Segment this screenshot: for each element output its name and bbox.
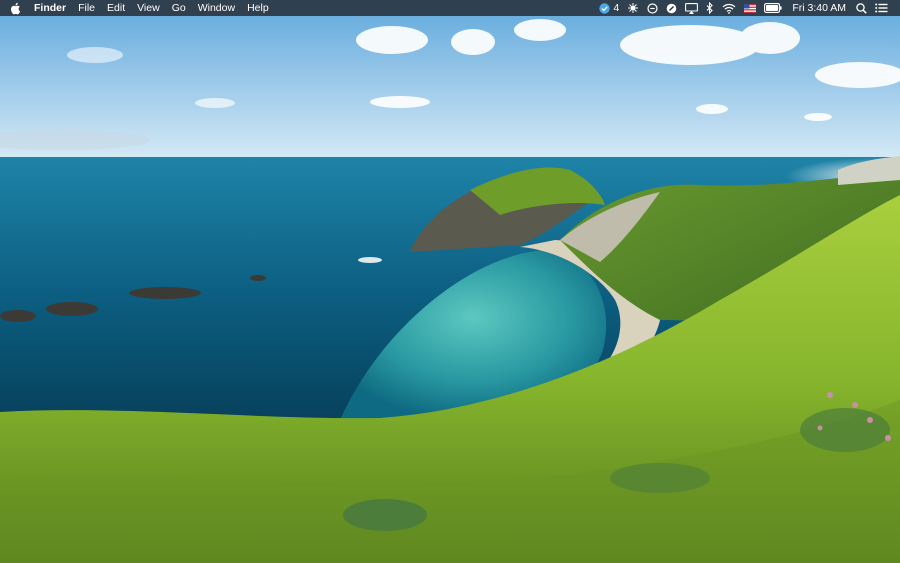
- menu-bar-status: 4 Fri 3:40 AM: [595, 0, 892, 16]
- menu-bar-left: Finder File Edit View Go Window Help: [8, 0, 275, 16]
- dnd-icon[interactable]: [662, 0, 681, 16]
- airplay-icon[interactable]: [681, 0, 702, 16]
- menu-bar: Finder File Edit View Go Window Help 4 F…: [0, 0, 900, 16]
- sync-icon[interactable]: [643, 0, 662, 16]
- app-badge-icon: [599, 2, 611, 14]
- battery-icon[interactable]: [760, 0, 786, 16]
- menu-window[interactable]: Window: [192, 0, 241, 16]
- wallpaper-image: [0, 0, 900, 563]
- menu-file[interactable]: File: [72, 0, 101, 16]
- notification-center-icon[interactable]: [871, 0, 892, 16]
- status-app-badge[interactable]: 4: [595, 0, 623, 16]
- us-flag-input-icon[interactable]: [740, 0, 760, 16]
- desktop-wallpaper: [0, 0, 900, 563]
- notification-count: 4: [613, 2, 620, 14]
- menu-view[interactable]: View: [131, 0, 166, 16]
- menu-help[interactable]: Help: [241, 0, 275, 16]
- menu-edit[interactable]: Edit: [101, 0, 131, 16]
- wifi-icon[interactable]: [718, 0, 740, 16]
- menu-clock[interactable]: Fri 3:40 AM: [786, 0, 852, 16]
- apple-logo-icon[interactable]: [8, 0, 22, 16]
- bluetooth-icon[interactable]: [702, 0, 718, 16]
- menu-app-finder[interactable]: Finder: [28, 0, 72, 16]
- spotlight-search-icon[interactable]: [852, 0, 871, 16]
- menu-go[interactable]: Go: [166, 0, 192, 16]
- bluetooth-grid-icon[interactable]: [623, 0, 643, 16]
